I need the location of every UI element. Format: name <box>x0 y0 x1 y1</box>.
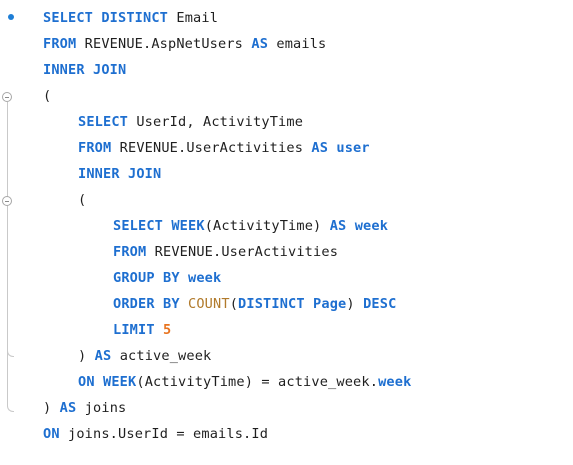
sql-keyword: ON <box>78 374 104 390</box>
sql-keyword: SELECT <box>78 114 137 130</box>
sql-identifier: ) <box>78 348 95 364</box>
sql-keyword: DESC <box>363 296 397 312</box>
sql-identifier: ( <box>78 192 87 208</box>
code-line[interactable]: ORDER BY COUNT(DISTINCT Page) DESC <box>113 294 396 314</box>
sql-keyword: ON <box>43 426 69 442</box>
sql-number: 5 <box>163 322 172 338</box>
sql-identifier: REVENUE.UserActivities <box>154 244 339 260</box>
code-line[interactable]: FROM REVENUE.UserActivities <box>113 242 338 262</box>
sql-keyword: FROM <box>78 140 120 156</box>
sql-identifier: joins.UserId = emails.Id <box>68 426 269 442</box>
code-line[interactable]: ON joins.UserId = emails.Id <box>43 424 268 444</box>
code-line[interactable]: SELECT DISTINCT Email <box>43 8 218 28</box>
sql-identifier: (ActivityTime) <box>204 218 330 234</box>
code-line[interactable]: FROM REVENUE.UserActivities AS user <box>78 138 370 158</box>
editor-gutter <box>0 0 40 465</box>
code-line[interactable]: ) AS active_week <box>78 346 211 366</box>
sql-identifier: ) <box>346 296 364 312</box>
sql-keyword: SELECT DISTINCT <box>43 10 177 26</box>
sql-keyword: INNER JOIN <box>43 62 127 78</box>
code-line[interactable]: SELECT UserId, ActivityTime <box>78 112 303 132</box>
sql-code-editor[interactable]: SELECT DISTINCT Email FROM REVENUE.AspNet… <box>0 0 573 465</box>
sql-keyword: WEEK <box>103 374 137 390</box>
code-line[interactable]: FROM REVENUE.AspNetUsers AS emails <box>43 34 326 54</box>
code-line[interactable]: LIMIT 5 <box>113 320 171 340</box>
sql-identifier: REVENUE.UserActivities <box>119 140 312 156</box>
code-line[interactable]: ( <box>43 86 51 106</box>
sql-identifier: UserId, ActivityTime <box>136 114 304 130</box>
sql-keyword: AS <box>94 348 120 364</box>
sql-identifier: ) <box>43 400 60 416</box>
sql-keyword: AS <box>251 36 277 52</box>
code-line[interactable]: GROUP BY week <box>113 268 221 288</box>
sql-identifier: joins <box>84 400 127 416</box>
breakpoint-dot-icon[interactable] <box>8 14 14 20</box>
sql-keyword: Page <box>313 296 347 312</box>
sql-identifier: Email <box>176 10 219 26</box>
fold-end-marker <box>7 349 14 357</box>
sql-function: COUNT <box>188 296 230 312</box>
code-line[interactable]: ON WEEK(ActivityTime) = active_week.week <box>78 372 411 392</box>
sql-identifier: ( <box>43 88 52 104</box>
sql-identifier: active_week <box>119 348 212 364</box>
sql-keyword: SELECT WEEK <box>113 218 205 234</box>
sql-keyword: AS user <box>311 140 370 156</box>
sql-identifier: (ActivityTime) = active_week. <box>136 374 379 390</box>
sql-keyword: AS week <box>329 218 389 234</box>
fold-guide-line <box>7 206 8 350</box>
fold-collapse-icon[interactable] <box>2 92 12 102</box>
sql-identifier: REVENUE.AspNetUsers <box>84 36 252 52</box>
sql-keyword: ORDER BY <box>113 296 189 312</box>
fold-end-marker <box>7 404 14 412</box>
code-line[interactable]: SELECT WEEK(ActivityTime) AS week <box>113 216 388 236</box>
sql-keyword: LIMIT <box>113 322 164 338</box>
sql-keyword: FROM <box>43 36 85 52</box>
sql-identifier: ( <box>229 296 239 312</box>
code-line[interactable]: INNER JOIN <box>78 164 161 184</box>
sql-keyword: INNER JOIN <box>78 166 162 182</box>
code-line[interactable]: INNER JOIN <box>43 60 126 80</box>
sql-identifier: emails <box>276 36 327 52</box>
sql-keyword: FROM <box>113 244 155 260</box>
code-line[interactable]: ) AS joins <box>43 398 126 418</box>
sql-keyword: week <box>378 374 412 390</box>
fold-collapse-icon[interactable] <box>2 196 12 206</box>
code-line[interactable]: ( <box>78 190 86 210</box>
sql-keyword: AS <box>59 400 85 416</box>
sql-keyword: DISTINCT <box>238 296 314 312</box>
sql-keyword: GROUP BY week <box>113 270 222 286</box>
